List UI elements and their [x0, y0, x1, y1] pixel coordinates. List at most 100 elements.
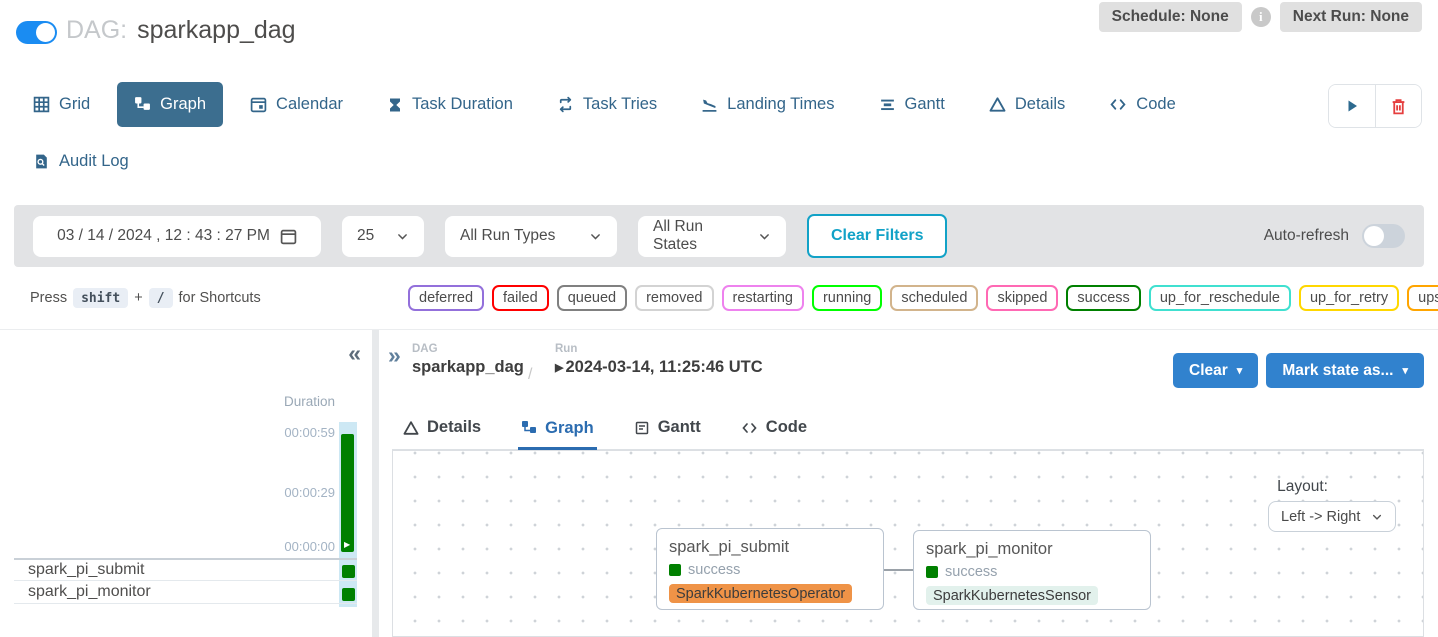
state-badge-restarting[interactable]: restarting	[722, 285, 804, 311]
page-size-select[interactable]: 25	[342, 216, 424, 257]
graph-icon	[521, 420, 537, 436]
task-node-spark-pi-monitor[interactable]: spark_pi_monitor success SparkKubernetes…	[913, 530, 1151, 610]
state-badge-skipped[interactable]: skipped	[986, 285, 1058, 311]
dag-nav-tabs: Grid Graph Calendar Task Duration Task T…	[16, 82, 1193, 127]
task-instance-cell[interactable]	[342, 565, 355, 578]
breadcrumb-dag: DAG sparkapp_dag	[412, 343, 524, 377]
run-type-icon: ▶	[555, 361, 563, 374]
run-states-value: All Run States	[653, 218, 742, 254]
tab-label: Code	[766, 418, 807, 437]
shortcut-hint: Press shift + / for Shortcuts	[30, 288, 261, 308]
run-states-select[interactable]: All Run States	[638, 216, 786, 257]
task-row-spark-pi-submit[interactable]: spark_pi_submit	[14, 558, 357, 581]
plane-landing-icon	[701, 96, 718, 113]
shortcut-text: Press	[30, 290, 67, 306]
grid-panel: « Duration 00:00:59 00:00:29 00:00:00 ▶ …	[0, 330, 371, 637]
state-badge-upstream-failed[interactable]: upstream_failed	[1407, 285, 1438, 311]
duration-axis-label: Duration	[284, 394, 335, 409]
play-icon	[1344, 98, 1360, 114]
tab-calendar[interactable]: Calendar	[233, 82, 360, 127]
breadcrumb-label: Run	[555, 343, 763, 355]
tab-code[interactable]: Code	[1092, 82, 1192, 127]
task-row-spark-pi-monitor[interactable]: spark_pi_monitor	[14, 581, 357, 604]
run-marker-icon: ▶	[344, 541, 350, 549]
tab-landing-times[interactable]: Landing Times	[684, 82, 851, 127]
breadcrumb-separator: /	[528, 366, 532, 384]
task-instance-cell[interactable]	[342, 588, 355, 601]
calendar-icon	[280, 228, 297, 245]
schedule-badge: Schedule: None	[1099, 2, 1242, 32]
task-node-spark-pi-submit[interactable]: spark_pi_submit success SparkKubernetesO…	[656, 528, 884, 610]
run-actions: Clear ▾ Mark state as... ▾	[1173, 353, 1424, 388]
dag-name: sparkapp_dag	[137, 16, 295, 45]
run-duration-bar[interactable]	[341, 434, 354, 552]
task-state-label: success	[688, 562, 740, 578]
run-tab-gantt[interactable]: Gantt	[631, 418, 704, 449]
task-state-label: success	[945, 564, 997, 580]
tab-task-duration[interactable]: Task Duration	[370, 82, 530, 127]
breadcrumb-dag-value[interactable]: sparkapp_dag	[412, 358, 524, 377]
run-tab-graph[interactable]: Graph	[518, 419, 597, 451]
tab-audit-log[interactable]: Audit Log	[16, 139, 146, 184]
legend-row: Press shift + / for Shortcuts deferred f…	[0, 267, 1438, 330]
chevron-down-icon: ▾	[1402, 364, 1408, 377]
tab-label: Audit Log	[59, 152, 129, 171]
base-date-input[interactable]: 03 / 14 / 2024 , 12 : 43 : 27 PM	[33, 216, 321, 257]
tab-details[interactable]: Details	[972, 82, 1082, 127]
state-badge-scheduled[interactable]: scheduled	[890, 285, 978, 311]
run-detail-panel: » DAG sparkapp_dag / Run ▶ 2024-03-14, 1…	[379, 330, 1438, 637]
clear-run-button[interactable]: Clear ▾	[1173, 353, 1258, 388]
tab-gantt[interactable]: Gantt	[862, 82, 962, 127]
expand-groups-icon[interactable]: »	[388, 344, 401, 367]
run-filter-bar: 03 / 14 / 2024 , 12 : 43 : 27 PM 25 All …	[14, 205, 1424, 267]
gantt-icon	[879, 96, 896, 113]
tab-grid[interactable]: Grid	[16, 82, 107, 127]
gantt-icon	[634, 420, 650, 436]
clear-filters-button[interactable]: Clear Filters	[807, 214, 947, 258]
schedule-info: Schedule: None i Next Run: None	[1099, 2, 1422, 32]
breadcrumb-run-value[interactable]: ▶ 2024-03-14, 11:25:46 UTC	[555, 358, 763, 377]
breadcrumb-run-text: 2024-03-14, 11:25:46 UTC	[565, 358, 762, 377]
run-detail-tabs: Details Graph Gantt Code	[392, 406, 1424, 450]
trigger-dag-button[interactable]	[1329, 85, 1375, 127]
collapse-panel-icon[interactable]: «	[348, 342, 361, 365]
task-list: spark_pi_submit spark_pi_monitor	[14, 558, 357, 604]
state-badge-up-for-reschedule[interactable]: up_for_reschedule	[1149, 285, 1291, 311]
chevron-down-icon	[1371, 511, 1383, 523]
state-badge-running[interactable]: running	[812, 285, 882, 311]
state-badge-queued[interactable]: queued	[557, 285, 627, 311]
success-status-square	[926, 566, 938, 578]
mark-state-button[interactable]: Mark state as... ▾	[1266, 353, 1424, 388]
toggle-knob	[1364, 226, 1384, 246]
state-badge-removed[interactable]: removed	[635, 285, 713, 311]
tab-task-tries[interactable]: Task Tries	[540, 82, 674, 127]
audit-log-icon	[33, 153, 50, 170]
auto-refresh-label: Auto-refresh	[1264, 227, 1349, 245]
state-badge-success[interactable]: success	[1066, 285, 1140, 311]
state-badge-up-for-retry[interactable]: up_for_retry	[1299, 285, 1399, 311]
run-types-select[interactable]: All Run Types	[445, 216, 617, 257]
layout-value: Left -> Right	[1281, 509, 1360, 525]
success-status-square	[669, 564, 681, 576]
details-triangle-icon	[989, 96, 1006, 113]
delete-dag-button[interactable]	[1375, 85, 1421, 127]
page-title: DAG: sparkapp_dag	[66, 16, 296, 45]
layout-label: Layout:	[1277, 478, 1328, 496]
state-badge-failed[interactable]: failed	[492, 285, 549, 311]
layout-direction-select[interactable]: Left -> Right	[1268, 501, 1396, 532]
chevron-down-icon: ▾	[1237, 364, 1243, 377]
run-tab-code[interactable]: Code	[738, 418, 810, 449]
dag-pause-toggle[interactable]	[16, 21, 57, 44]
tab-graph[interactable]: Graph	[117, 82, 223, 127]
panel-resize-handle[interactable]	[372, 330, 379, 637]
run-tab-details[interactable]: Details	[400, 418, 484, 449]
trash-icon	[1390, 98, 1407, 115]
state-badge-deferred[interactable]: deferred	[408, 285, 484, 311]
info-icon[interactable]: i	[1251, 7, 1271, 27]
graph-canvas[interactable]: Layout: Left -> Right spark_pi_submit su…	[392, 450, 1424, 637]
chevron-down-icon	[758, 230, 771, 243]
task-edge	[884, 569, 913, 571]
auto-refresh-toggle[interactable]	[1362, 224, 1405, 248]
tab-label: Task Tries	[583, 95, 657, 114]
chevron-down-icon	[589, 230, 602, 243]
